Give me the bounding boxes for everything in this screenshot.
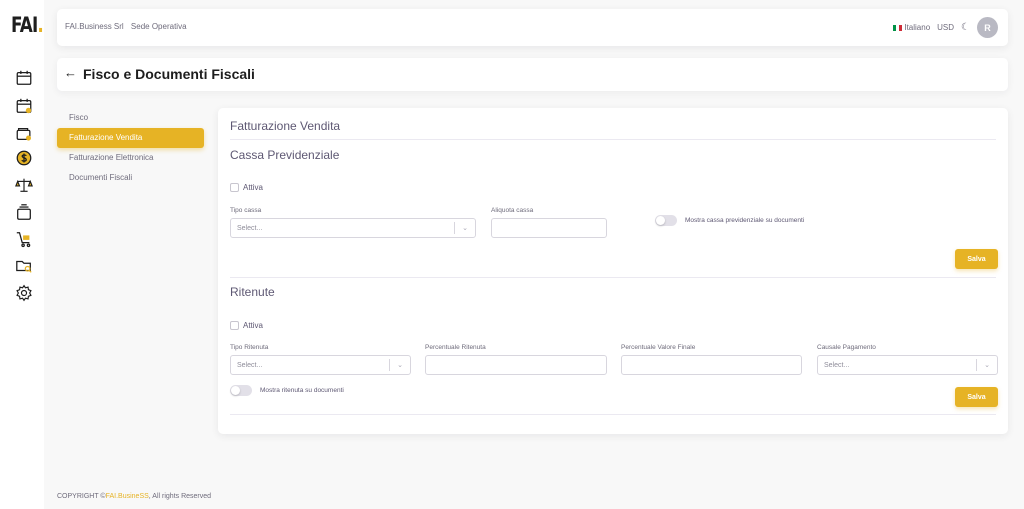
chevron-down-icon: ⌄: [462, 225, 468, 232]
app-logo[interactable]: FAI.: [11, 13, 44, 37]
fatturazione-vendita-card: Fatturazione Vendita Cassa Previdenziale…: [218, 108, 1008, 434]
ritenuta-documenti-toggle[interactable]: [230, 385, 252, 396]
ritenute-attiva-label: Attiva: [243, 321, 264, 330]
avatar[interactable]: R: [977, 17, 998, 38]
chevron-down-icon: ⌄: [984, 362, 990, 369]
cassa-attiva-row: Attiva: [230, 183, 263, 192]
settings-tabs: Fisco Fatturazione Vendita Fatturazione …: [57, 108, 204, 188]
page-header: ← Fisco e Documenti Fiscali: [57, 58, 1008, 91]
aliquota-cassa-input[interactable]: [491, 218, 607, 238]
cassa-section-title: Cassa Previdenziale: [230, 148, 340, 162]
footer-brand-link[interactable]: FAI.BusineSS: [106, 493, 149, 500]
language-label: Italiano: [904, 23, 931, 32]
company-name: FAI.Business Srl: [65, 22, 124, 31]
calendar-icon[interactable]: [14, 68, 34, 88]
ritenuta-toggle-row: Mostra ritenuta su documenti: [230, 385, 344, 396]
ritenute-attiva-checkbox[interactable]: [230, 321, 239, 330]
tab-fisco[interactable]: Fisco: [57, 108, 204, 128]
copyright-suffix: , All rights Reserved: [148, 493, 212, 500]
causale-pagamento-placeholder: Select...: [824, 361, 850, 369]
tipo-ritenuta-select[interactable]: Select... ⌄: [230, 355, 411, 375]
tipo-cassa-label: Tipo cassa: [230, 207, 262, 214]
cassa-attiva-checkbox[interactable]: [230, 183, 239, 192]
folder-search-icon[interactable]: [14, 256, 34, 276]
divider: [230, 414, 996, 415]
ritenute-save-button[interactable]: Salva: [955, 387, 998, 407]
cassa-save-button[interactable]: Salva: [955, 249, 998, 269]
tipo-ritenuta-label: Tipo Ritenuta: [230, 344, 269, 351]
ritenute-section-title: Ritenute: [230, 285, 275, 299]
location-name[interactable]: Sede Operativa: [131, 22, 187, 31]
settings-icon[interactable]: [14, 283, 34, 303]
page-title: Fisco e Documenti Fiscali: [83, 66, 255, 82]
moon-icon[interactable]: ☾: [961, 22, 970, 33]
causale-pagamento-select[interactable]: Select... ⌄: [817, 355, 998, 375]
footer-copyright: COPYRIGHT ©FAI.BusineSS, All rights Rese…: [57, 493, 211, 500]
layers-icon[interactable]: [14, 202, 34, 222]
cart-icon[interactable]: [14, 229, 34, 249]
chevron-down-icon: ⌄: [397, 362, 403, 369]
language-selector[interactable]: Italiano: [893, 23, 930, 32]
causale-pagamento-label: Causale Pagamento: [817, 344, 876, 351]
cassa-toggle-row: Mostra cassa previdenziale su documenti: [655, 215, 804, 226]
percentuale-valore-finale-label: Percentuale Valore Finale: [621, 344, 696, 351]
percentuale-valore-finale-input[interactable]: [621, 355, 802, 375]
sidebar-rail: FAI.: [0, 0, 44, 509]
scale-icon[interactable]: [14, 175, 34, 195]
tab-fatturazione-vendita[interactable]: Fatturazione Vendita: [57, 128, 204, 148]
company-info: FAI.Business Srl Sede Operativa: [65, 22, 192, 31]
cassa-attiva-label: Attiva: [243, 183, 264, 192]
tipo-cassa-select[interactable]: Select... ⌄: [230, 218, 476, 238]
dollar-icon[interactable]: [14, 148, 34, 168]
divider: [230, 139, 996, 140]
ritenute-attiva-row: Attiva: [230, 321, 263, 330]
wallet-icon[interactable]: [14, 124, 34, 144]
aliquota-cassa-label: Aliquota cassa: [491, 207, 534, 214]
tipo-cassa-placeholder: Select...: [237, 224, 263, 232]
calendar-user-icon[interactable]: [14, 96, 34, 116]
divider: [230, 277, 996, 278]
tipo-ritenuta-placeholder: Select...: [237, 361, 263, 369]
card-title: Fatturazione Vendita: [230, 119, 341, 133]
cassa-toggle-label: Mostra cassa previdenziale su documenti: [685, 217, 805, 224]
percentuale-ritenuta-input[interactable]: [425, 355, 607, 375]
percentuale-ritenuta-label: Percentuale Ritenuta: [425, 344, 486, 351]
tab-documenti-fiscali[interactable]: Documenti Fiscali: [57, 168, 204, 188]
currency-selector[interactable]: USD: [937, 23, 954, 32]
cassa-documenti-toggle[interactable]: [655, 215, 677, 226]
ritenuta-toggle-label: Mostra ritenuta su documenti: [260, 387, 344, 394]
tab-fatturazione-elettronica[interactable]: Fatturazione Elettronica: [57, 148, 204, 168]
back-arrow-icon[interactable]: ←: [64, 65, 77, 80]
copyright-prefix: COPYRIGHT ©: [57, 493, 106, 500]
italy-flag-icon: [893, 24, 903, 31]
top-navbar: FAI.Business Srl Sede Operativa Italiano…: [57, 9, 1008, 46]
